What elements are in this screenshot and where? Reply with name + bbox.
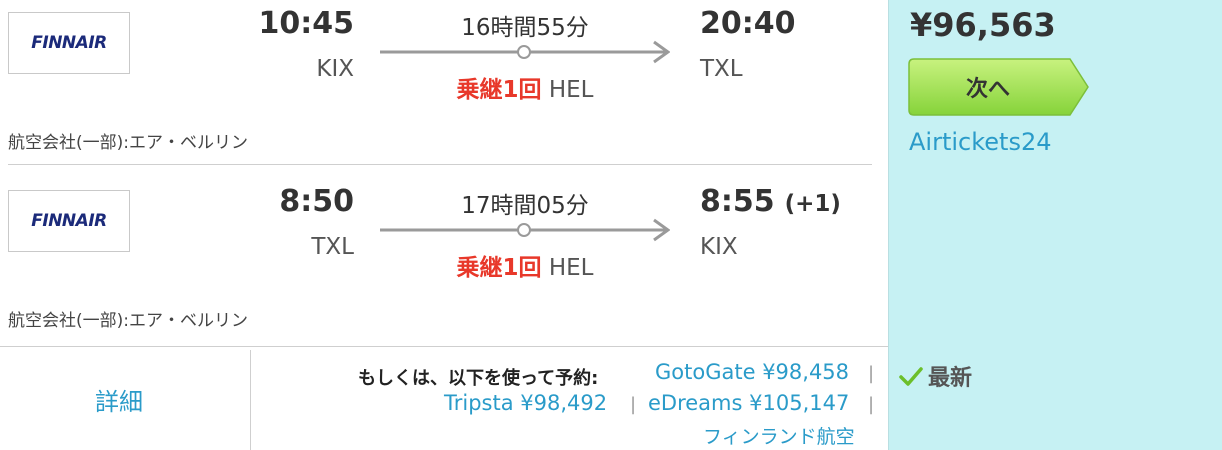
inbound-arrive-airport: KIX — [700, 234, 738, 260]
book-via-label: もしくは、以下を使って予約: — [358, 368, 599, 389]
leg-divider — [8, 164, 872, 165]
airline-logo-text: FINNAIR — [31, 211, 107, 231]
outbound-airline-note: 航空会社(一部):エア・ベルリン — [8, 133, 248, 153]
alt-provider-price: ¥98,458 — [762, 360, 850, 384]
airline-logo: FINNAIR — [8, 12, 130, 74]
separator: | — [630, 394, 637, 415]
alt-provider-price: ¥98,492 — [520, 391, 608, 415]
inbound-airline-note: 航空会社(一部):エア・ベルリン — [8, 311, 248, 331]
airline-logo: FINNAIR — [8, 190, 130, 252]
check-icon — [899, 367, 923, 386]
footer-column-divider — [250, 350, 251, 450]
alt-provider-name: フィンランド航空 — [703, 426, 855, 448]
alt-provider-name: Tripsta — [444, 391, 514, 415]
inbound-duration: 17時間05分 — [461, 193, 589, 219]
outbound-depart-time: 10:45 — [258, 6, 355, 41]
latest-label: 最新 — [928, 366, 973, 391]
outbound-stops: 乗継1回 HEL — [380, 70, 670, 104]
alt-provider-link[interactable]: Tripsta ¥98,492 — [444, 391, 607, 415]
separator: | — [868, 363, 875, 384]
next-button-label: 次へ — [965, 77, 1010, 102]
outbound-stop-airport: HEL — [548, 77, 594, 103]
offer-provider[interactable]: Airtickets24 — [909, 128, 1052, 156]
separator: | — [868, 394, 875, 415]
outbound-arrive-time-row: 20:40 — [700, 6, 796, 41]
inbound-arrive-time: 8:55 — [700, 184, 775, 219]
offer-price: ¥96,563 — [910, 6, 1056, 44]
arrow-right-icon — [380, 40, 670, 64]
outbound-arrive-time: 20:40 — [700, 6, 796, 41]
inbound-stops-count: 乗継1回 — [456, 255, 542, 281]
inbound-depart-airport: TXL — [311, 234, 354, 260]
alt-provider-link[interactable]: eDreams ¥105,147 — [648, 391, 849, 415]
alt-provider-link[interactable]: フィンランド航空 — [703, 422, 855, 449]
outbound-depart-airport: KIX — [316, 56, 354, 82]
outbound-stops-count: 乗継1回 — [456, 77, 542, 103]
alt-provider-name: eDreams — [648, 391, 743, 415]
next-button[interactable]: 次へ — [908, 58, 1090, 116]
airline-logo-text: FINNAIR — [31, 33, 107, 53]
inbound-depart-time: 8:50 — [279, 184, 354, 219]
outbound-arrive-airport: TXL — [700, 56, 743, 82]
inbound-stops: 乗継1回 HEL — [380, 248, 670, 282]
latest-status: 最新 — [898, 360, 972, 392]
alt-provider-name: GotoGate — [655, 360, 756, 384]
inbound-day-offset: (+1) — [784, 191, 841, 217]
inbound-arrive-time-row: 8:55 (+1) — [700, 184, 841, 219]
footer-divider — [0, 346, 888, 347]
alt-provider-price: ¥105,147 — [749, 391, 850, 415]
arrow-right-icon — [380, 218, 670, 242]
inbound-stop-airport: HEL — [548, 255, 594, 281]
outbound-duration: 16時間55分 — [461, 15, 589, 41]
alt-provider-link[interactable]: GotoGate ¥98,458 — [655, 360, 849, 384]
details-link[interactable]: 詳細 — [95, 382, 143, 417]
